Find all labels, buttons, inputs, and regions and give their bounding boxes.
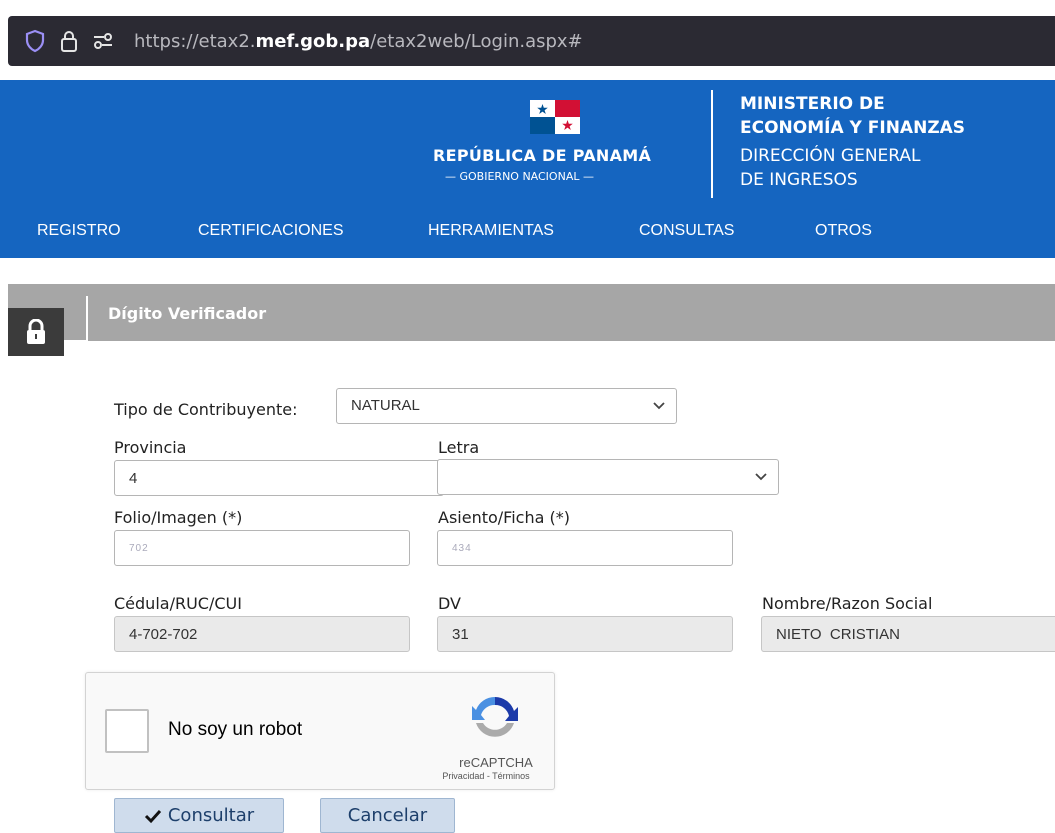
dv-value: 31 <box>452 625 469 643</box>
provincia-value: 4 <box>129 469 138 487</box>
consultar-button[interactable]: Consultar <box>114 798 284 833</box>
folio-input[interactable]: 702 <box>114 530 410 566</box>
recaptcha-logo-icon <box>472 696 518 737</box>
site-header: REPÚBLICA DE PANAMÁ — GOBIERNO NACIONAL … <box>0 80 1055 258</box>
republic-title: REPÚBLICA DE PANAMÁ <box>433 146 652 165</box>
recaptcha-checkbox[interactable] <box>105 709 149 753</box>
recaptcha-label: No soy un robot <box>168 719 303 740</box>
nombre-value: NIETO CRISTIAN <box>776 625 900 643</box>
recaptcha-brand: reCAPTCHA <box>459 755 533 770</box>
nombre-input: NIETO CRISTIAN <box>761 616 1055 652</box>
dv-input: 31 <box>437 616 733 652</box>
letra-select[interactable] <box>437 459 779 495</box>
provincia-label: Provincia <box>114 438 187 457</box>
tipo-value: NATURAL <box>351 397 420 414</box>
recaptcha-links[interactable]: Privacidad - Términos <box>416 771 556 781</box>
provincia-input[interactable]: 4 <box>114 460 444 496</box>
folio-value: 702 <box>129 542 149 554</box>
chevron-down-icon <box>653 402 665 410</box>
permissions-icon[interactable] <box>88 26 118 56</box>
padlock-icon[interactable] <box>54 26 84 56</box>
cancelar-label: Cancelar <box>347 805 428 826</box>
nav-otros[interactable]: OTROS <box>815 222 872 240</box>
nombre-label: Nombre/Razon Social <box>762 594 933 613</box>
nav-certificaciones[interactable]: CERTIFICACIONES <box>198 222 344 240</box>
nav-herramientas[interactable]: HERRAMIENTAS <box>428 222 554 240</box>
asiento-input[interactable]: 434 <box>437 530 733 566</box>
checkmark-icon <box>144 809 161 823</box>
chevron-down-icon <box>755 473 767 481</box>
panama-flag-icon <box>530 100 580 134</box>
url-text[interactable]: https://etax2.mef.gob.pa/etax2web/Login.… <box>134 31 583 52</box>
lock-icon <box>27 319 45 344</box>
browser-toolbar: https://etax2.mef.gob.pa/etax2web/Login.… <box>0 0 1055 80</box>
letra-label: Letra <box>438 438 480 457</box>
cancelar-button[interactable]: Cancelar <box>320 798 455 833</box>
shield-icon[interactable] <box>20 26 50 56</box>
ministry-line1: MINISTERIO DE <box>740 94 885 114</box>
consultar-label: Consultar <box>167 805 255 826</box>
cedula-value: 4-702-702 <box>129 625 198 643</box>
section-title: Dígito Verificador <box>108 304 267 323</box>
direction-line2: DE INGRESOS <box>740 170 858 190</box>
direction-line1: DIRECCIÓN GENERAL <box>740 146 921 166</box>
cedula-input: 4-702-702 <box>114 616 410 652</box>
tipo-label: Tipo de Contribuyente: <box>114 400 298 419</box>
ministry-line2: ECONOMÍA Y FINANZAS <box>740 118 966 138</box>
republic-subtitle: — GOBIERNO NACIONAL — <box>445 170 594 183</box>
nav-consultas[interactable]: CONSULTAS <box>639 222 734 240</box>
asiento-value: 434 <box>452 542 472 554</box>
folio-label: Folio/Imagen (*) <box>114 508 243 527</box>
lock-badge <box>8 308 64 356</box>
address-bar[interactable]: https://etax2.mef.gob.pa/etax2web/Login.… <box>8 16 1055 66</box>
header-divider <box>711 90 713 198</box>
dv-label: DV <box>438 594 461 613</box>
nav-registro[interactable]: REGISTRO <box>37 222 121 240</box>
main-nav: REGISTRO CERTIFICACIONES HERRAMIENTAS CO… <box>0 218 1055 248</box>
cedula-label: Cédula/RUC/CUI <box>114 594 242 613</box>
tipo-select[interactable]: NATURAL <box>336 388 677 424</box>
recaptcha-widget: No soy un robot reCAPTCHA Privacidad - T… <box>85 672 555 790</box>
asiento-label: Asiento/Ficha (*) <box>438 508 570 527</box>
